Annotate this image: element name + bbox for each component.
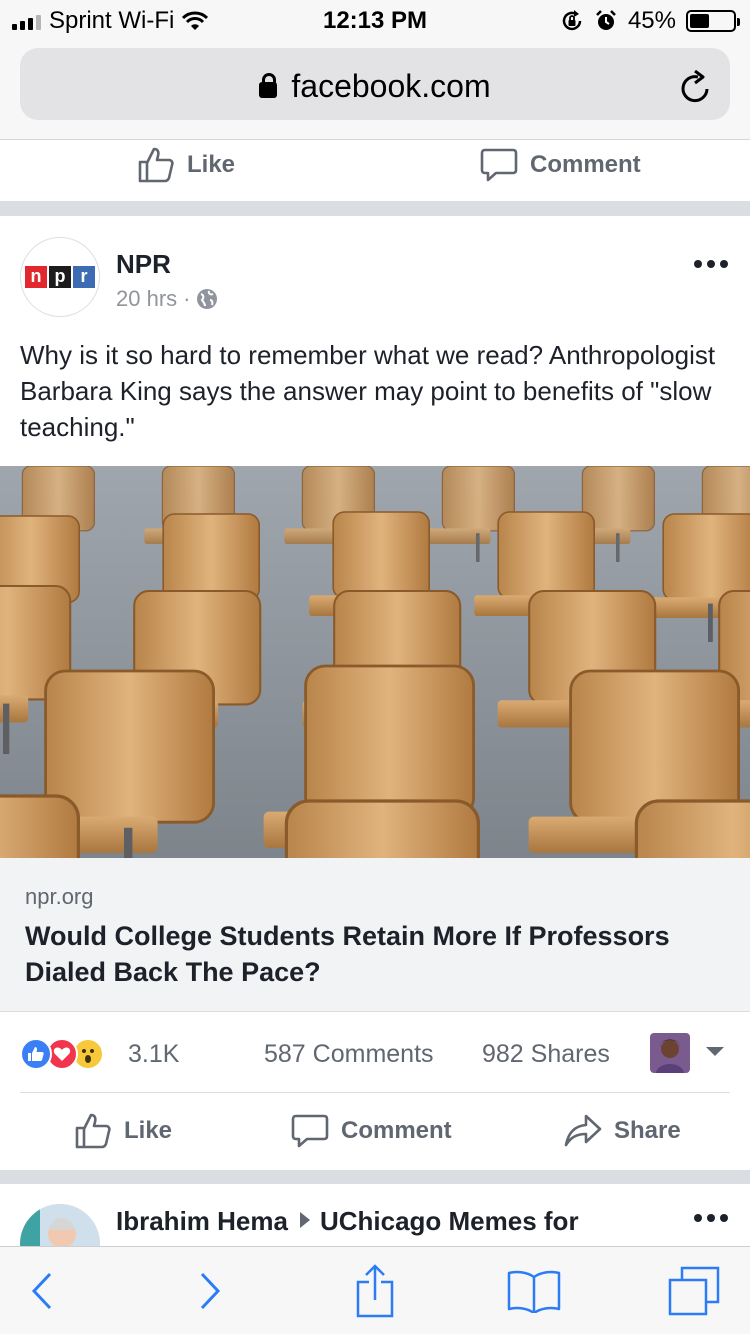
more-icon[interactable] <box>694 1214 728 1222</box>
more-icon[interactable] <box>694 260 728 268</box>
post-header: n p r NPR 20 hrs · <box>0 216 750 328</box>
like-icon <box>138 147 174 183</box>
status-right: 45% <box>560 7 740 35</box>
comment-button[interactable]: Comment <box>480 146 641 184</box>
feed-post: n p r NPR 20 hrs · Why is it so hard to … <box>0 216 750 1169</box>
alarm-icon <box>596 10 616 30</box>
tabs-button[interactable] <box>664 1263 724 1319</box>
post-comment-button[interactable]: Comment <box>291 1112 452 1150</box>
shares-count[interactable]: 982 Shares <box>482 1040 610 1069</box>
previous-post-actions: Like Comment <box>0 140 750 202</box>
rotation-lock-icon <box>562 10 582 31</box>
post-like-label: Like <box>124 1117 173 1144</box>
back-icon <box>31 1272 52 1310</box>
post-text: Why is it so hard to remember what we re… <box>20 340 716 442</box>
like-reaction-icon <box>20 1038 52 1070</box>
bookmarks-icon <box>507 1270 561 1313</box>
lock-icon <box>259 73 278 98</box>
post-share-label: Share <box>614 1117 681 1144</box>
next-post: Ibrahim Hema UChicago Memes for <box>0 1184 750 1248</box>
wifi-icon <box>182 11 209 30</box>
reaction-count[interactable]: 3.1K <box>128 1040 179 1069</box>
logo-letter-p: p <box>49 266 71 288</box>
url-display[interactable]: facebook.com <box>20 68 730 105</box>
url-text: facebook.com <box>291 68 491 104</box>
comments-count[interactable]: 587 Comments <box>264 1040 434 1069</box>
status-left: Sprint Wi-Fi <box>12 7 209 35</box>
comment-icon <box>291 1114 329 1148</box>
next-post-title: Ibrahim Hema UChicago Memes for <box>116 1206 579 1237</box>
link-domain: npr.org <box>25 884 94 909</box>
like-icon <box>75 1113 111 1149</box>
share-sheet-button[interactable] <box>345 1263 405 1319</box>
reaction-icons[interactable] <box>20 1038 104 1070</box>
comment-icon <box>480 148 518 182</box>
forward-button[interactable] <box>180 1263 240 1319</box>
author-name[interactable]: Ibrahim Hema <box>116 1206 288 1236</box>
battery-icon <box>686 10 740 32</box>
reload-icon[interactable] <box>680 70 712 104</box>
post-time[interactable]: 20 hrs <box>116 286 177 312</box>
forward-icon <box>200 1272 221 1310</box>
chevron-down-icon[interactable] <box>706 1047 724 1056</box>
feed-separator-2 <box>0 1170 750 1184</box>
tabs-icon <box>668 1266 720 1316</box>
post-comment-label: Comment <box>341 1117 452 1144</box>
browser-top-bar: facebook.com <box>0 40 750 140</box>
logo-letter-r: r <box>73 266 95 288</box>
post-share-button[interactable]: Share <box>564 1112 681 1150</box>
carrier-label: Sprint Wi-Fi <box>49 7 175 34</box>
meta-separator: · <box>183 286 191 311</box>
classroom-chairs-image <box>0 466 750 858</box>
post-like-button[interactable]: Like <box>74 1112 172 1150</box>
link-title: Would College Students Retain More If Pr… <box>25 921 670 987</box>
url-field[interactable]: facebook.com <box>20 48 730 120</box>
globe-icon <box>197 289 218 309</box>
post-meta: 20 hrs · <box>116 286 218 312</box>
share-icon <box>564 1114 602 1147</box>
link-preview-image[interactable] <box>0 466 750 858</box>
comment-label: Comment <box>530 151 641 178</box>
author-avatar[interactable] <box>20 1204 100 1248</box>
battery-fill <box>690 14 709 28</box>
caret-right-icon <box>299 1212 310 1228</box>
npr-logo: n p r <box>25 266 95 288</box>
signal-icon <box>12 12 41 30</box>
page-avatar[interactable]: n p r <box>20 237 100 317</box>
battery-percent: 45% <box>627 7 676 34</box>
status-bar: Sprint Wi-Fi 12:13 PM 45% <box>0 0 750 40</box>
viewer-avatar[interactable] <box>650 1033 690 1073</box>
like-button[interactable]: Like <box>137 146 235 184</box>
page-name-link[interactable]: NPR <box>116 249 171 280</box>
group-name[interactable]: UChicago Memes for <box>320 1206 579 1236</box>
safari-toolbar <box>0 1246 750 1334</box>
like-label: Like <box>187 151 236 178</box>
post-actions: Like Comment Share <box>0 1093 750 1169</box>
link-preview-caption[interactable]: npr.org Would College Students Retain Mo… <box>0 858 750 1012</box>
back-button[interactable] <box>12 1263 72 1319</box>
bookmarks-button[interactable] <box>504 1263 564 1319</box>
post-stats: 3.1K 587 Comments 982 Shares <box>0 1012 750 1092</box>
share-sheet-icon <box>356 1264 394 1318</box>
feed-separator <box>0 202 750 216</box>
logo-letter-n: n <box>25 266 47 288</box>
